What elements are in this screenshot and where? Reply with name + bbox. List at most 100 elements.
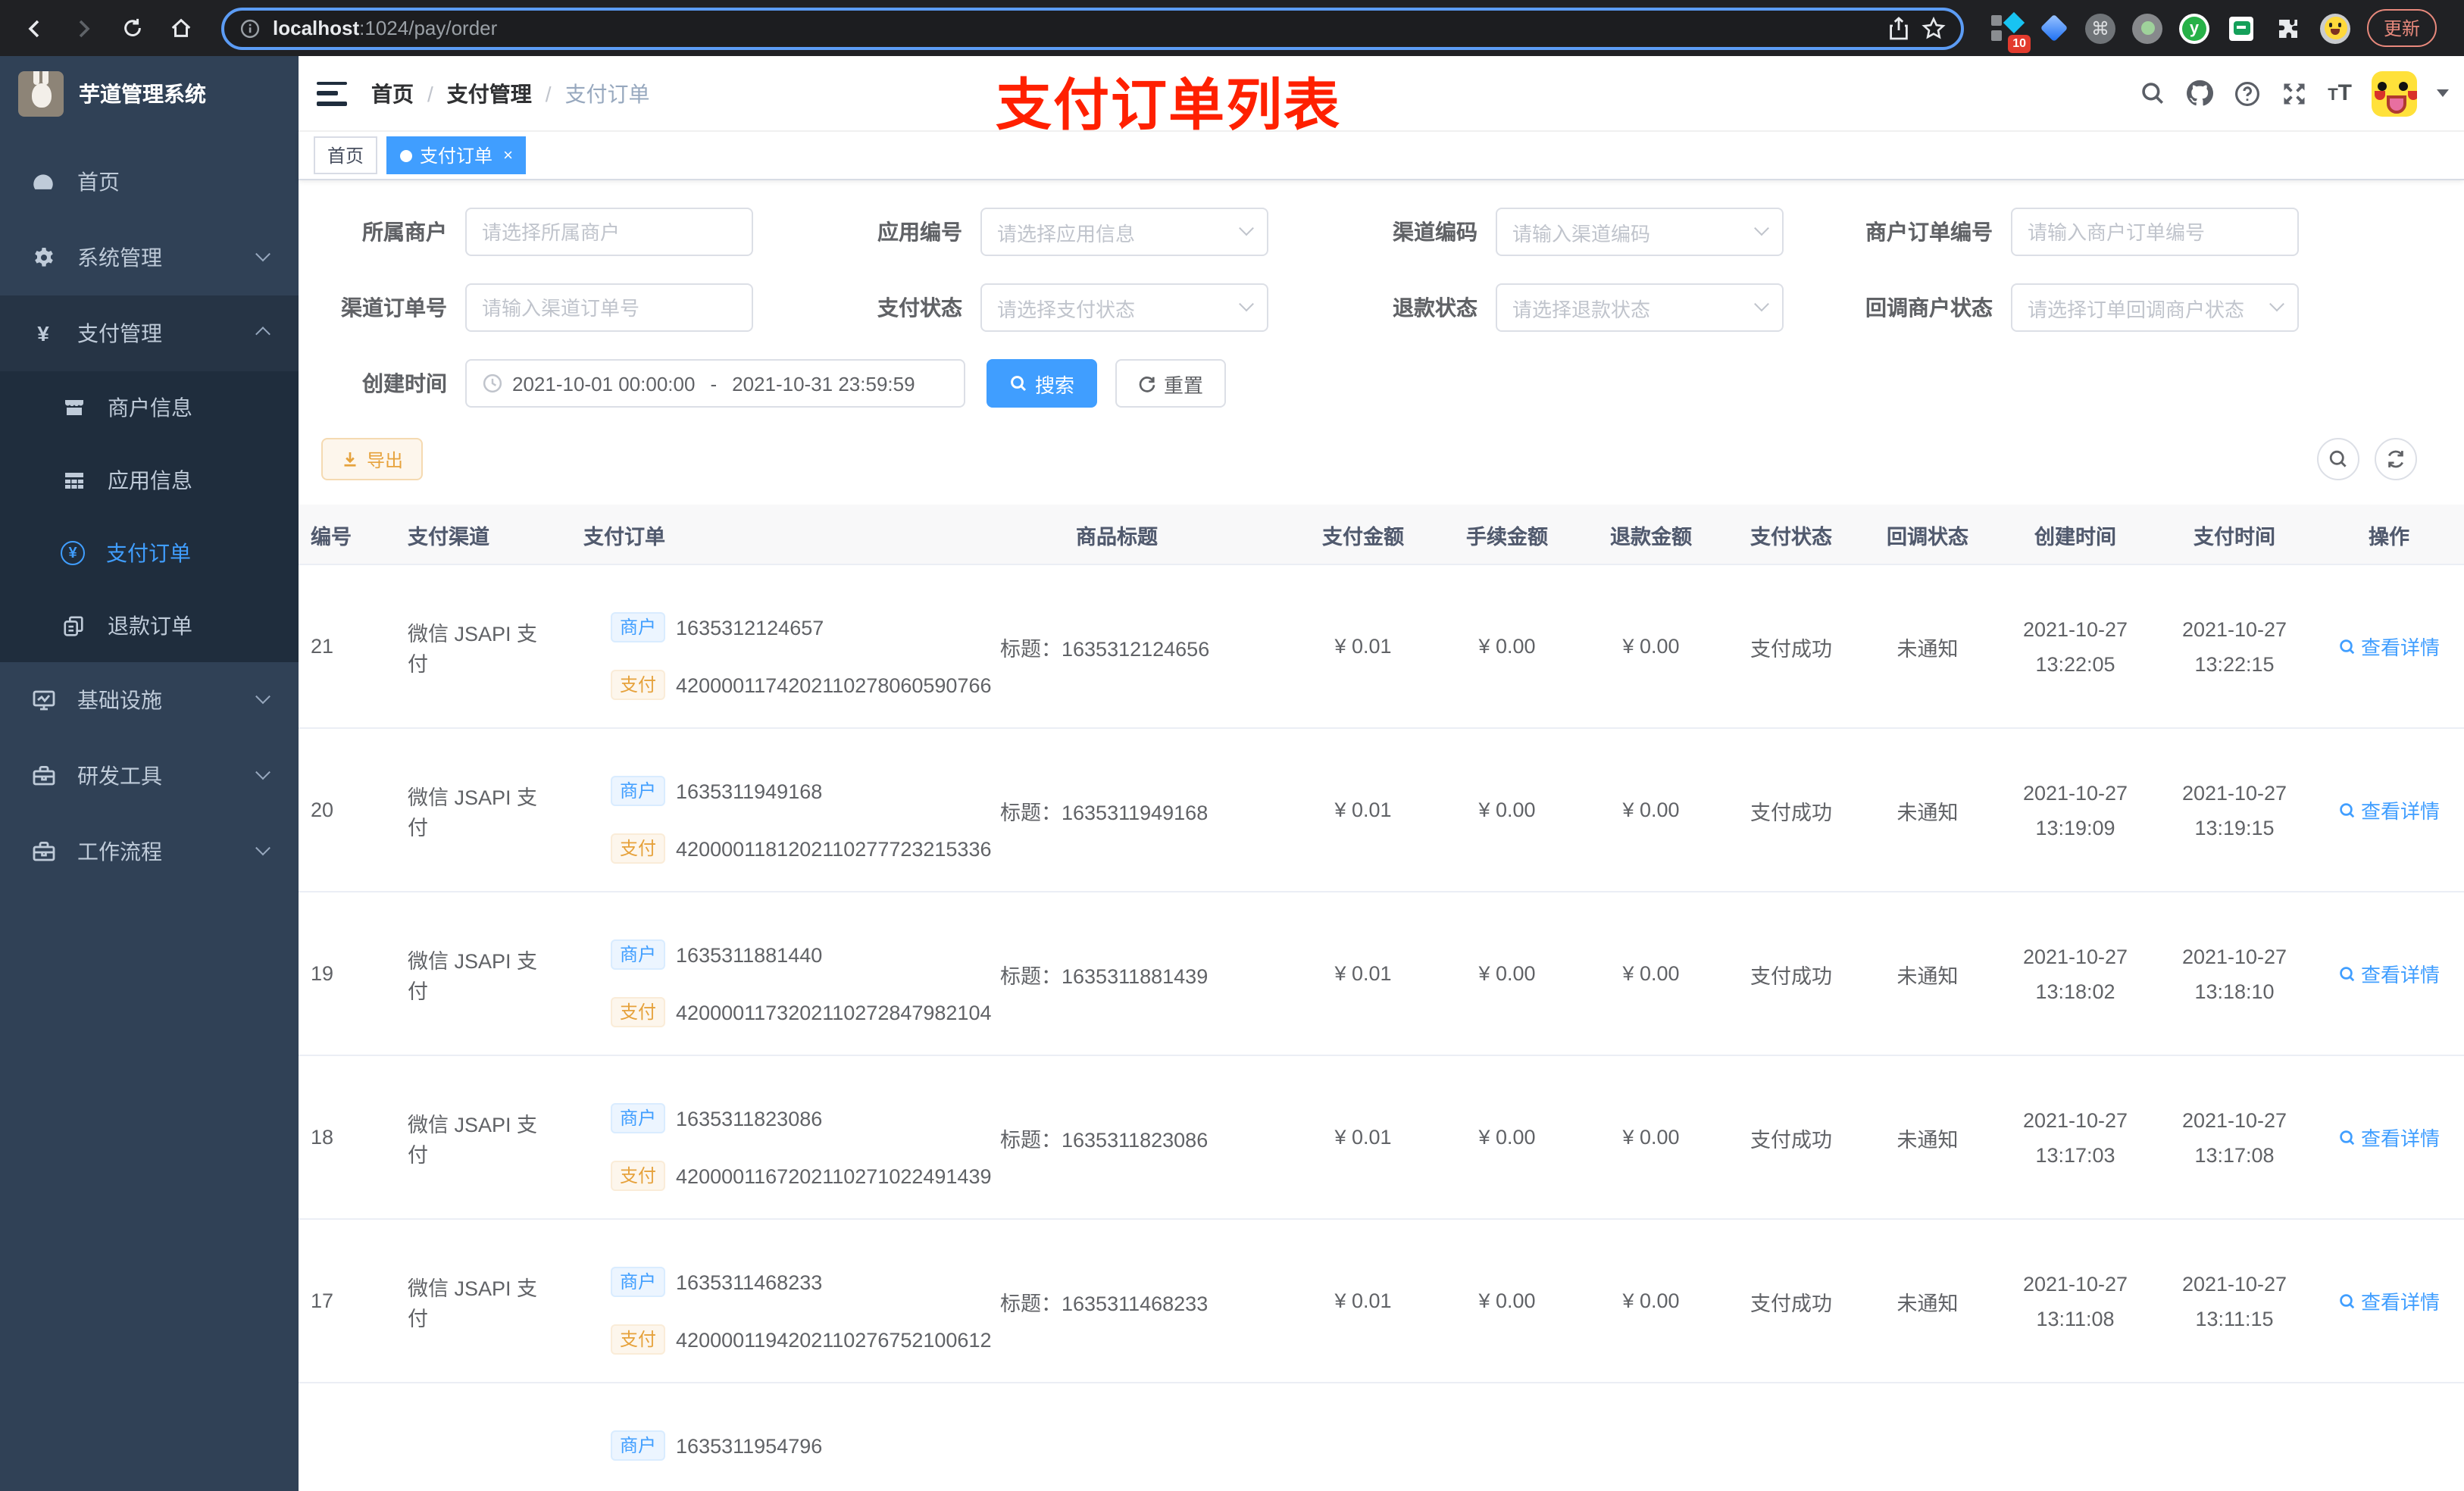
pay-status-select[interactable]: 请选择支付状态 (980, 283, 1268, 332)
header-search-icon[interactable] (2140, 80, 2165, 106)
sidebar-toggle-icon[interactable] (317, 81, 347, 105)
pay-order-no: 4200001173202110272847982104 (676, 1001, 992, 1024)
sidebar-item-dev-tools[interactable]: 研发工具 (0, 738, 299, 814)
view-detail-link[interactable]: 查看详情 (2338, 1286, 2440, 1315)
url-text[interactable]: localhost:1024/pay/order (273, 17, 497, 39)
cell-title: 标题：1635311823086 (1000, 1128, 1209, 1151)
sidebar: 芋道管理系统 首页 系统管理 ¥ 支付管理 商户信息 应用信息 ¥ 支付订单 退… (0, 56, 299, 1491)
breadcrumb: 首页 / 支付管理 / 支付订单 (371, 78, 650, 108)
browser-forward-icon[interactable] (64, 8, 103, 48)
cell-notify-status: 未通知 (1896, 637, 1959, 660)
github-icon[interactable] (2185, 79, 2214, 108)
extension-command-icon[interactable]: ⌘ (2085, 13, 2115, 43)
refresh-button[interactable] (2375, 438, 2417, 480)
view-detail-link[interactable]: 查看详情 (2338, 632, 2440, 661)
cell-paid: 2021-10-27 13:18:10 (2181, 945, 2287, 1002)
sidebar-item-pay[interactable]: ¥ 支付管理 (0, 295, 299, 371)
extensions-puzzle-icon[interactable] (2273, 13, 2303, 43)
sidebar-item-refund-order[interactable]: 退款订单 (0, 589, 299, 662)
chevron-down-icon (255, 764, 270, 780)
cell-id: 17 (311, 1289, 334, 1312)
merchant-order-no-input[interactable] (2011, 208, 2299, 256)
chevron-down-icon (255, 839, 270, 855)
caret-down-icon[interactable] (2437, 89, 2449, 97)
table-row: 19 微信 JSAPI 支付 商户 1635311881440 支付 42000… (299, 892, 2464, 1056)
table-row: 17 微信 JSAPI 支付 商户 1635311468233 支付 42000… (299, 1220, 2464, 1383)
browser-home-icon[interactable] (161, 8, 200, 48)
tag-pay-order[interactable]: 支付订单 × (386, 136, 527, 174)
cell-pay-status: 支付成功 (1750, 1292, 1832, 1314)
cell-action: 查看详情 (2314, 1123, 2464, 1152)
fullscreen-icon[interactable] (2281, 80, 2308, 107)
extension-emoji-icon[interactable] (2320, 13, 2350, 43)
user-avatar[interactable] (2372, 70, 2417, 116)
date-start[interactable]: 2021-10-01 00:00:00 (512, 372, 695, 395)
cell-id: 19 (311, 962, 334, 985)
view-detail-link[interactable]: 查看详情 (2338, 959, 2440, 988)
sidebar-item-system[interactable]: 系统管理 (0, 220, 299, 295)
merchant-order-no: 1635311954796 (676, 1434, 823, 1457)
table-row: 20 微信 JSAPI 支付 商户 1635311949168 支付 42000… (299, 729, 2464, 892)
cell-action: 查看详情 (2314, 1286, 2464, 1315)
channel-order-no-input[interactable] (465, 283, 753, 332)
cell-amount: ¥ 0.01 (1334, 1126, 1392, 1149)
tag-home[interactable]: 首页 (314, 136, 378, 174)
date-end[interactable]: 2021-10-31 23:59:59 (732, 372, 915, 395)
sidebar-item-pay-order[interactable]: ¥ 支付订单 (0, 517, 299, 589)
refund-status-select[interactable]: 请选择退款状态 (1496, 283, 1784, 332)
tag-close-icon[interactable]: × (503, 146, 513, 164)
address-bar[interactable]: localhost:1024/pay/order (221, 7, 1964, 49)
sidebar-item-merchant-info[interactable]: 商户信息 (0, 371, 299, 444)
view-detail-link[interactable]: 查看详情 (2338, 796, 2440, 824)
browser-update-button[interactable]: 更新 (2367, 9, 2437, 47)
extension-diamond-icon[interactable]: 10 (1991, 11, 2031, 52)
extension-dot-icon[interactable] (2132, 13, 2162, 43)
show-search-toggle-button[interactable] (2317, 438, 2359, 480)
cell-pay-status: 支付成功 (1750, 1128, 1832, 1151)
app-select[interactable]: 请选择应用信息 (980, 208, 1268, 256)
site-info-icon[interactable] (239, 17, 261, 39)
merchant-input[interactable] (465, 208, 753, 256)
search-button[interactable]: 搜索 (987, 359, 1098, 408)
reset-button[interactable]: 重置 (1115, 359, 1227, 408)
breadcrumb-pay[interactable]: 支付管理 (447, 78, 532, 108)
view-detail-link[interactable]: 查看详情 (2338, 1123, 2440, 1152)
export-button[interactable]: 导出 (321, 438, 424, 480)
chevron-down-icon (1239, 220, 1254, 236)
sidebar-item-home[interactable]: 首页 (0, 144, 299, 220)
filter-notify-status: 回调商户状态 请选择订单回调商户状态 (1844, 283, 2299, 332)
table-header-row: 编号 支付渠道 支付订单 商品标题 支付金额 手续金额 退款金额 支付状态 回调… (299, 505, 2464, 565)
toolbox-icon (30, 763, 56, 789)
breadcrumb-home[interactable]: 首页 (371, 78, 414, 108)
cell-refund: ¥ 0.00 (1622, 1289, 1680, 1312)
browser-reload-icon[interactable] (112, 8, 152, 48)
extension-chat-icon[interactable] (2226, 13, 2256, 43)
app-logo (18, 71, 64, 117)
cell-pay-status: 支付成功 (1750, 637, 1832, 660)
merchant-order-no: 1635311823086 (676, 1107, 823, 1130)
sidebar-logo-row[interactable]: 芋道管理系统 (0, 56, 299, 132)
browser-back-icon[interactable] (15, 8, 55, 48)
notify-status-select[interactable]: 请选择订单回调商户状态 (2011, 283, 2299, 332)
channel-code-select[interactable]: 请输入渠道编码 (1496, 208, 1784, 256)
extension-kite-icon[interactable] (2038, 13, 2068, 43)
help-icon[interactable] (2234, 80, 2261, 107)
bookmark-star-icon[interactable] (1921, 16, 1946, 40)
sidebar-item-app-info[interactable]: 应用信息 (0, 444, 299, 517)
cell-notify-status: 未通知 (1896, 1128, 1959, 1151)
extension-y-icon[interactable]: y (2179, 13, 2209, 43)
chevron-down-icon (1754, 295, 1769, 311)
shop-icon (61, 395, 86, 420)
top-navbar: 首页 / 支付管理 / 支付订单 支付订单列表 TT (299, 56, 2464, 136)
sidebar-item-workflow[interactable]: 工作流程 (0, 814, 299, 889)
font-size-icon[interactable]: TT (2328, 80, 2352, 106)
cell-channel: 微信 JSAPI 支付 (408, 949, 538, 1002)
cell-fee: ¥ 0.00 (1478, 799, 1536, 821)
copy-document-icon (61, 613, 86, 639)
pay-order-no: 4200001181202110277723215336 (676, 837, 992, 860)
cell-paid: 2021-10-27 13:11:15 (2181, 1272, 2287, 1330)
date-range-input[interactable]: 2021-10-01 00:00:00 - 2021-10-31 23:59:5… (465, 359, 965, 408)
share-icon[interactable] (1888, 16, 1909, 40)
sidebar-item-infra[interactable]: 基础设施 (0, 662, 299, 738)
cell-channel: 微信 JSAPI 支付 (408, 622, 538, 675)
